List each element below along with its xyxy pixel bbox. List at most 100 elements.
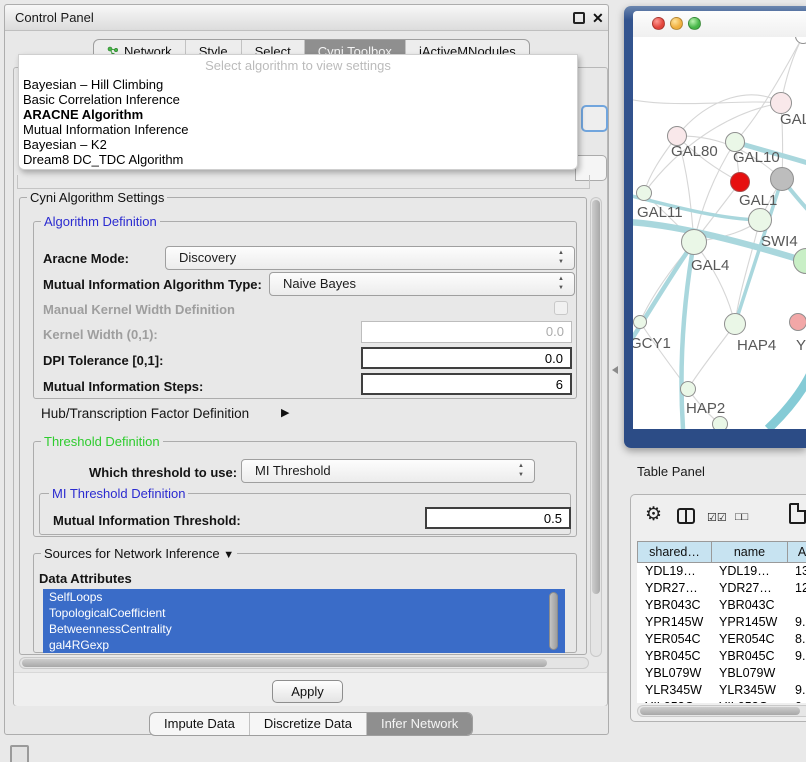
kernel-width-input[interactable]: 0.0	[361, 321, 572, 343]
network-node-hap4[interactable]	[724, 313, 746, 335]
cell: YER054C	[711, 631, 787, 648]
list-scrollbar-thumb[interactable]	[549, 592, 558, 650]
node-label: GAL10	[733, 149, 780, 166]
table-body: YDL19… YDL19… 13 YDR27… YDR27… 12 YBR043…	[637, 563, 806, 703]
settings-horizontal-scrollbar[interactable]	[19, 657, 589, 669]
stepper-icon: ▲▼	[556, 249, 566, 267]
list-item[interactable]: gal4RGexp	[43, 637, 565, 653]
panel-divider-arrow[interactable]	[612, 366, 618, 374]
mi-steps-label: Mutual Information Steps:	[43, 379, 203, 394]
sources-title: Sources for Network Inference	[44, 546, 220, 561]
float-window-icon[interactable]	[573, 12, 585, 24]
algorithm-option[interactable]: Mutual Information Inference	[23, 122, 563, 137]
list-item[interactable]: TopologicalCoefficient	[43, 605, 565, 621]
hidden-groupbox-edge	[589, 175, 590, 188]
network-node-hap2[interactable]	[680, 381, 696, 397]
group-title: Sources for Network Inference ▼	[41, 547, 237, 562]
aracne-mode-select[interactable]: Discovery ▲▼	[165, 246, 575, 270]
manual-kernel-label: Manual Kernel Width Definition	[43, 302, 235, 317]
algorithm-option-highlighted[interactable]: ARACNE Algorithm	[23, 107, 563, 122]
cell: 8.	[787, 631, 806, 648]
split-panel-icon[interactable]	[677, 508, 695, 524]
cell: YDL19…	[711, 563, 787, 580]
node-label: HAP2	[686, 400, 725, 417]
control-panel-titlebar: Control Panel ✕	[5, 5, 608, 31]
zoom-traffic-light[interactable]	[688, 17, 701, 30]
scrollbar-thumb[interactable]	[640, 707, 800, 715]
network-node-gal11[interactable]	[636, 185, 652, 201]
table-row[interactable]: YBL079W YBL079W	[637, 665, 806, 682]
algorithm-option[interactable]: Bayesian – Hill Climbing	[23, 77, 563, 92]
selected-value: MI Threshold	[255, 460, 331, 482]
cell: YPR145W	[637, 614, 711, 631]
table-row[interactable]: YER054C YER054C 8.	[637, 631, 806, 648]
table-row[interactable]: YBR043C YBR043C	[637, 597, 806, 614]
network-node-pink[interactable]	[789, 313, 806, 331]
collapsed-arrow-icon[interactable]: ▶	[281, 406, 289, 419]
gear-icon[interactable]: ⚙	[645, 503, 662, 526]
algorithm-option[interactable]: Bayesian – K2	[23, 137, 563, 152]
which-threshold-select[interactable]: MI Threshold ▲▼	[241, 459, 535, 483]
list-item[interactable]: BetweennessCentrality	[43, 621, 565, 637]
close-icon[interactable]: ✕	[592, 9, 604, 27]
cell: YBL079W	[711, 665, 787, 682]
scrollbar-thumb[interactable]	[22, 659, 547, 667]
dpi-tolerance-label: DPI Tolerance [0,1]:	[43, 353, 163, 368]
apply-button[interactable]: Apply	[272, 680, 343, 703]
column-header[interactable]: shared…	[637, 541, 711, 563]
table-row[interactable]: YLR345W YLR345W 9.	[637, 682, 806, 699]
tab-infer-network[interactable]: Infer Network	[367, 713, 472, 735]
scrollbar-thumb[interactable]	[592, 200, 600, 594]
cell: 9.	[787, 648, 806, 665]
network-node-gal4[interactable]	[681, 229, 707, 255]
node-label: GAL	[780, 111, 806, 128]
mi-threshold-input[interactable]: 0.5	[425, 507, 571, 529]
node-label: GAL80	[671, 143, 718, 160]
network-node-selected-red[interactable]	[730, 172, 750, 192]
select-all-columns-icon[interactable]: ☑☑	[707, 511, 727, 524]
mi-algorithm-type-select[interactable]: Naive Bayes ▲▼	[269, 272, 575, 296]
stepper-icon: ▲▼	[556, 275, 566, 293]
settings-vertical-scrollbar[interactable]	[590, 197, 602, 657]
column-header[interactable]: name	[711, 541, 787, 563]
manual-kernel-checkbox[interactable]	[554, 301, 568, 315]
network-node-swi4[interactable]	[748, 208, 772, 232]
network-canvas[interactable]: GAL GAL80 GAL10 GAL1 GAL11 SWI4 GAL4 GCY…	[633, 37, 806, 429]
network-node-gcy1[interactable]	[633, 315, 647, 329]
list-item[interactable]: SelfLoops	[43, 589, 565, 605]
network-view-window: GAL GAL80 GAL10 GAL1 GAL11 SWI4 GAL4 GCY…	[624, 6, 806, 448]
export-table-icon[interactable]	[789, 503, 806, 524]
tab-discretize-data[interactable]: Discretize Data	[250, 713, 367, 735]
dpi-tolerance-input[interactable]: 0.0	[361, 347, 572, 369]
cell: YIL052C	[711, 699, 787, 703]
close-traffic-light[interactable]	[652, 17, 665, 30]
table-row[interactable]: YBR045C YBR045C 9.	[637, 648, 806, 665]
column-header[interactable]: A	[787, 541, 806, 563]
table-row[interactable]: YIL052C YIL052C 0.	[637, 699, 806, 703]
cell	[787, 665, 806, 682]
group-title: Algorithm Definition	[41, 215, 160, 228]
mi-steps-input[interactable]: 6	[361, 373, 572, 395]
network-node[interactable]	[712, 416, 728, 429]
algorithm-option[interactable]: Basic Correlation Inference	[23, 92, 563, 107]
expanded-arrow-icon[interactable]: ▼	[223, 549, 234, 561]
table-row[interactable]: YDR27… YDR27… 12	[637, 580, 806, 597]
which-threshold-label: Which threshold to use:	[89, 465, 237, 480]
minimized-panel-icon[interactable]	[10, 745, 29, 762]
cell: YIL052C	[637, 699, 711, 703]
deselect-all-columns-icon[interactable]: □□	[735, 511, 748, 523]
algorithm-option[interactable]: Dream8 DC_TDC Algorithm	[23, 152, 563, 167]
hub-section-toggle[interactable]: Hub/Transcription Factor Definition	[41, 406, 249, 421]
minimize-traffic-light[interactable]	[670, 17, 683, 30]
mi-type-label: Mutual Information Algorithm Type:	[43, 277, 262, 292]
dropdown-placeholder: Select algorithm to view settings	[19, 58, 577, 73]
tab-impute-data[interactable]: Impute Data	[150, 713, 250, 735]
network-node-gray[interactable]	[770, 167, 794, 191]
cell: 0.	[787, 699, 806, 703]
data-attributes-list[interactable]: SelfLoops TopologicalCoefficient Between…	[43, 589, 565, 653]
table-row[interactable]: YPR145W YPR145W 9.	[637, 614, 806, 631]
table-horizontal-scrollbar[interactable]	[637, 705, 806, 717]
table-row[interactable]: YDL19… YDL19… 13	[637, 563, 806, 580]
group-title: MI Threshold Definition	[49, 487, 188, 500]
panel-title: Control Panel	[15, 5, 94, 31]
